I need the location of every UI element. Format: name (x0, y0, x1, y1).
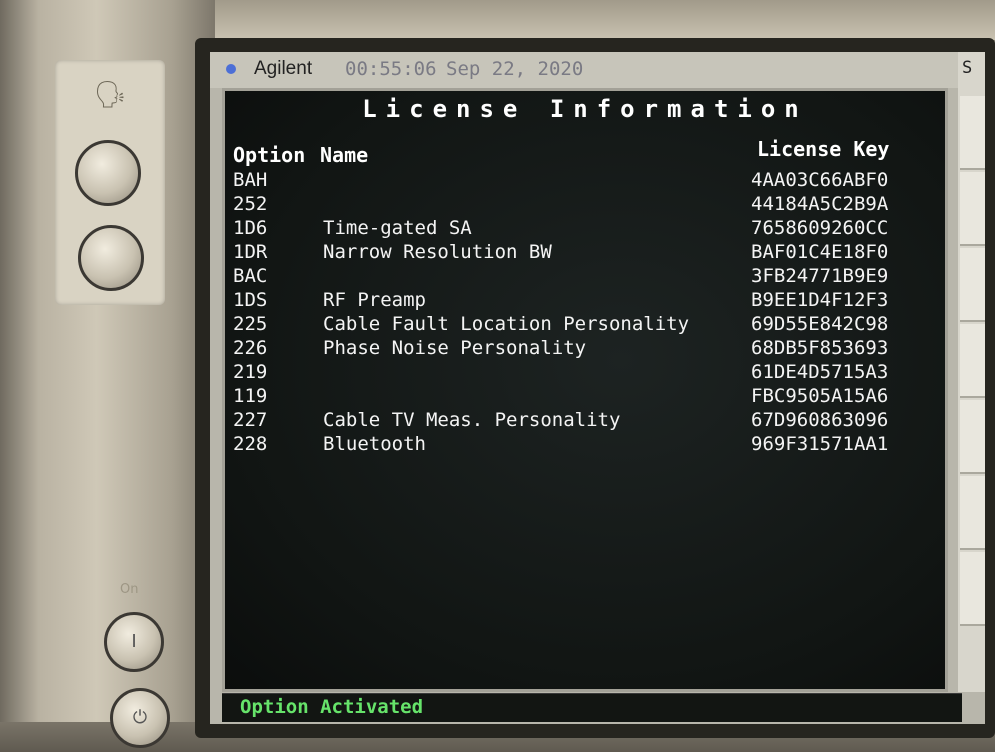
option-name: Time-gated SA (323, 217, 472, 239)
option-code: 1DR (233, 241, 268, 263)
option-name: Narrow Resolution BW (323, 241, 552, 263)
license-row: 228 Bluetooth 969F31571AA1 (225, 433, 945, 457)
license-key: 67D960863096 (751, 409, 889, 431)
option-code: 252 (233, 193, 268, 215)
license-row: BAC 3FB24771B9E9 (225, 265, 945, 289)
on-button[interactable]: I (104, 612, 164, 672)
license-key: 969F31571AA1 (751, 433, 889, 455)
instrument-screen: Agilent 00:55:06 Sep 22, 2020 License In… (210, 52, 985, 724)
page-title: License Information (362, 95, 808, 123)
license-row: 1DS RF Preamp B9EE1D4F12F3 (225, 289, 945, 313)
license-row: 1DR Narrow Resolution BW BAF01C4E18F0 (225, 241, 945, 265)
option-code: 226 (233, 337, 268, 359)
column-header-license-key: License Key (757, 137, 890, 161)
column-header-option: Option (233, 143, 306, 167)
option-code: 1DS (233, 289, 268, 311)
option-code: BAC (233, 265, 268, 287)
license-key: 61DE4D5715A3 (751, 361, 889, 383)
softkey-4[interactable] (960, 324, 985, 398)
license-row: 119 FBC9505A15A6 (225, 385, 945, 409)
license-row: BAH 4AA03C66ABF0 (225, 169, 945, 193)
brand-logo-icon (226, 64, 236, 74)
power-button[interactable]: ⏻ (110, 688, 170, 748)
license-info-panel: License Information Option Name License … (222, 88, 948, 692)
softkey-3[interactable] (960, 248, 985, 322)
option-code: 1D6 (233, 217, 268, 239)
option-name: RF Preamp (323, 289, 426, 311)
license-key: 44184A5C2B9A (751, 193, 889, 215)
option-name: Bluetooth (323, 433, 426, 455)
license-row: 225 Cable Fault Location Personality 69D… (225, 313, 945, 337)
license-key: BAF01C4E18F0 (751, 241, 889, 263)
status-time: 00:55:06 (345, 58, 437, 80)
option-code: 119 (233, 385, 268, 407)
status-date: Sep 22, 2020 (446, 58, 584, 80)
license-key: B9EE1D4F12F3 (751, 289, 889, 311)
status-bar: Agilent 00:55:06 Sep 22, 2020 (210, 52, 985, 88)
softkey-1[interactable] (960, 96, 985, 170)
on-label: On (120, 582, 139, 597)
license-key: 69D55E842C98 (751, 313, 889, 335)
front-panel-button-upper[interactable] (75, 140, 141, 206)
speaker-icon: 🗣 (93, 80, 127, 110)
option-code: 227 (233, 409, 268, 431)
option-name: Cable Fault Location Personality (323, 313, 690, 335)
softkey-menu-label: S (962, 58, 973, 78)
license-row: 252 44184A5C2B9A (225, 193, 945, 217)
license-key: 3FB24771B9E9 (751, 265, 889, 287)
license-key: 4AA03C66ABF0 (751, 169, 889, 191)
option-code: 219 (233, 361, 268, 383)
license-row: 227 Cable TV Meas. Personality 67D960863… (225, 409, 945, 433)
license-key: 68DB5F853693 (751, 337, 889, 359)
option-name: Phase Noise Personality (323, 337, 587, 359)
column-header-name: Name (320, 143, 369, 167)
license-row: 226 Phase Noise Personality 68DB5F853693 (225, 337, 945, 361)
license-key: 7658609260CC (751, 217, 889, 239)
license-row: 219 61DE4D5715A3 (225, 361, 945, 385)
license-key: FBC9505A15A6 (751, 385, 889, 407)
option-code: BAH (233, 169, 268, 191)
brand-name: Agilent (254, 58, 313, 79)
status-message: Option Activated (240, 696, 424, 718)
softkey-7[interactable] (960, 552, 985, 626)
option-name: Cable TV Meas. Personality (323, 409, 621, 431)
softkey-6[interactable] (960, 476, 985, 550)
option-code: 225 (233, 313, 268, 335)
option-code: 228 (233, 433, 268, 455)
softkey-column (958, 52, 985, 692)
softkey-2[interactable] (960, 172, 985, 246)
license-row: 1D6 Time-gated SA 7658609260CC (225, 217, 945, 241)
front-panel-button-lower[interactable] (78, 225, 144, 291)
softkey-5[interactable] (960, 400, 985, 474)
